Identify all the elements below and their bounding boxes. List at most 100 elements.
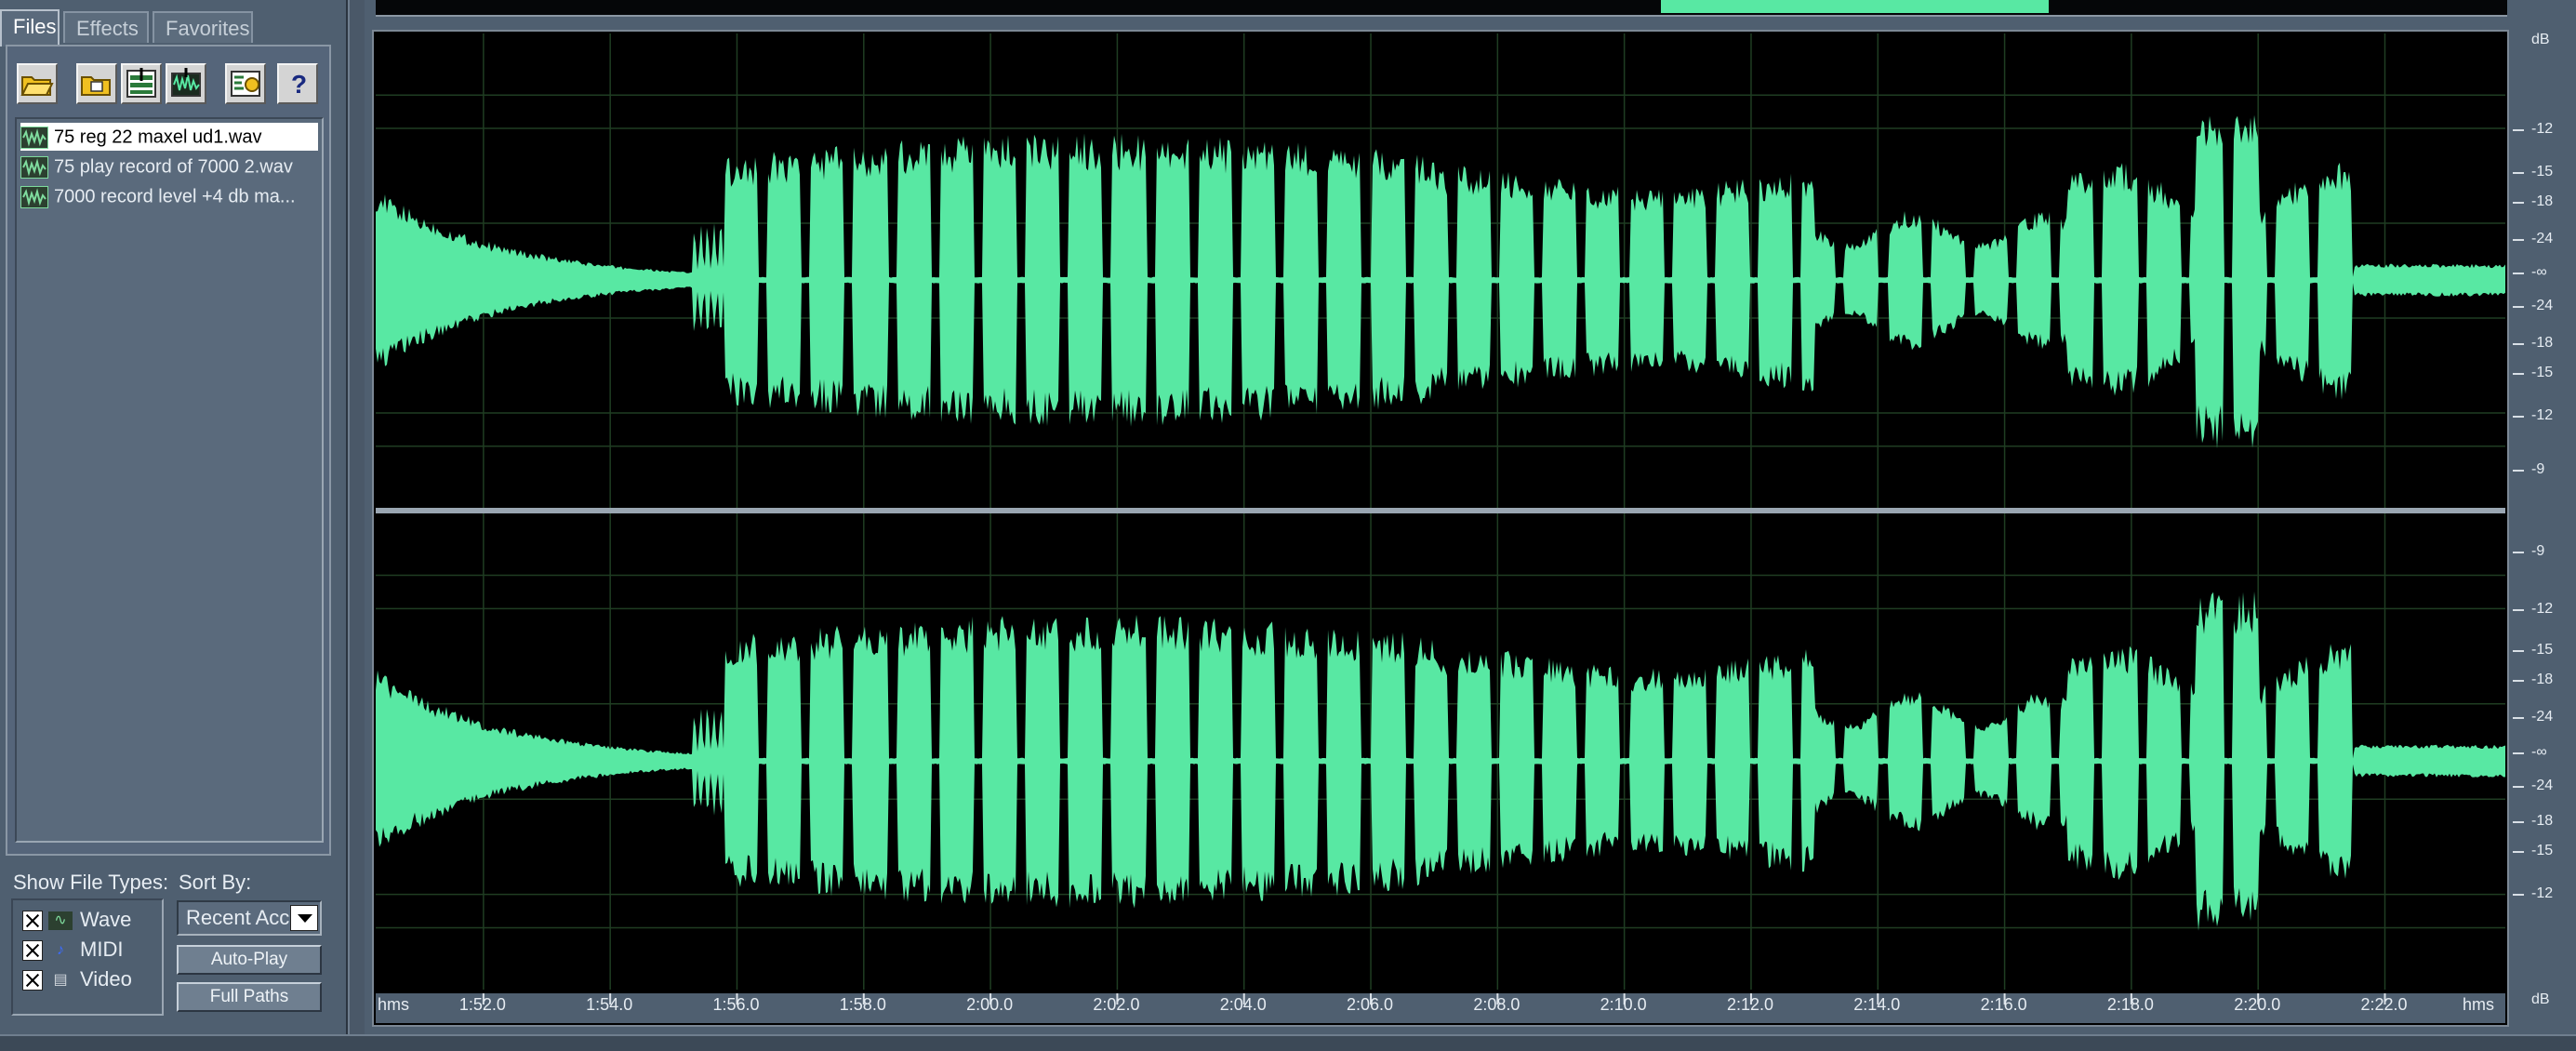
db-tick <box>2513 343 2524 345</box>
visible-range-indicator[interactable] <box>1661 0 2050 13</box>
db-tick <box>2513 821 2524 823</box>
time-tick-label: 2:04.0 <box>1219 995 1267 1014</box>
filter-midi-label: MIDI <box>80 938 124 961</box>
organizer-tabs: Files Effects Favorites <box>0 9 346 47</box>
db-label: -15 <box>2531 164 2554 180</box>
db-tick <box>2513 273 2524 274</box>
db-label: -24 <box>2531 778 2554 793</box>
db-tick <box>2513 306 2524 308</box>
time-tick-label: 2:22.0 <box>2360 995 2408 1014</box>
file-name: 75 play record of 7000 2.wav <box>54 156 293 178</box>
full-paths-button[interactable]: Full Paths <box>177 982 322 1012</box>
db-tick <box>2513 552 2524 553</box>
tab-effects[interactable]: Effects <box>63 11 149 43</box>
file-item[interactable]: 7000 record level +4 db ma... <box>20 182 318 210</box>
db-tick <box>2513 202 2524 204</box>
time-tick-label: 1:56.0 <box>712 995 760 1014</box>
time-tick-label: 1:52.0 <box>458 995 506 1014</box>
db-label: -∞ <box>2531 744 2547 760</box>
db-tick <box>2513 172 2524 174</box>
db-tick <box>2513 717 2524 719</box>
options-icon[interactable] <box>225 63 266 104</box>
db-label: -9 <box>2531 543 2545 559</box>
files-toolbar: ? <box>17 63 324 110</box>
time-tick-label: 2:06.0 <box>1347 995 1394 1014</box>
db-ruler: dB dB -12 -15 -18 -24 -∞ -24 -18 -15 -12 -9 -9 -12 -… <box>2511 30 2576 1027</box>
db-tick <box>2513 416 2524 418</box>
panel-splitter[interactable] <box>348 0 365 1034</box>
db-tick <box>2513 129 2524 131</box>
time-tick-label: 1:58.0 <box>839 995 886 1014</box>
svg-text:?: ? <box>291 70 307 99</box>
db-label: -18 <box>2531 813 2554 829</box>
waveform-display[interactable] <box>372 30 2509 1027</box>
insert-into-multitrack-icon[interactable] <box>121 63 162 104</box>
db-tick <box>2513 786 2524 788</box>
time-tick-label: 2:08.0 <box>1473 995 1520 1014</box>
db-label: -18 <box>2531 335 2554 351</box>
db-label: -24 <box>2531 231 2554 246</box>
midi-type-icon: ♪ <box>57 942 64 959</box>
time-unit-label: hms <box>378 995 410 1014</box>
filter-midi[interactable]: ♪ MIDI <box>22 936 123 964</box>
filter-wave[interactable]: ∿ Wave <box>22 906 131 934</box>
waveform-left-channel[interactable] <box>376 114 2505 449</box>
db-label: -15 <box>2531 642 2554 658</box>
db-tick <box>2513 680 2524 682</box>
db-label: -12 <box>2531 601 2554 617</box>
time-unit-label-right: hms <box>2463 995 2495 1014</box>
waveform-canvas[interactable] <box>376 33 2505 1023</box>
help-icon[interactable]: ? <box>277 63 318 104</box>
close-file-icon[interactable] <box>76 63 117 104</box>
video-type-icon: ▤ <box>53 972 68 989</box>
open-file-icon[interactable] <box>17 63 58 104</box>
tab-favorites[interactable]: Favorites <box>153 11 253 43</box>
time-tick-label: 2:10.0 <box>1600 995 1647 1014</box>
wave-file-icon <box>20 126 48 149</box>
edit-file-icon[interactable] <box>166 63 206 104</box>
db-tick <box>2513 470 2524 472</box>
time-tick-label: 2:00.0 <box>966 995 1014 1014</box>
db-label: -24 <box>2531 709 2554 725</box>
time-tick-label: 2:20.0 <box>2234 995 2281 1014</box>
db-tick <box>2513 650 2524 652</box>
chevron-down-icon[interactable] <box>290 905 318 931</box>
file-list: 75 reg 22 maxel ud1.wav 75 play record o… <box>15 117 324 843</box>
file-item[interactable]: 75 reg 22 maxel ud1.wav <box>20 123 318 151</box>
db-tick <box>2513 752 2524 754</box>
file-item[interactable]: 75 play record of 7000 2.wav <box>20 153 318 180</box>
db-tick <box>2513 894 2524 896</box>
filter-video[interactable]: ▤ Video <box>22 965 132 993</box>
filter-wave-label: Wave <box>80 908 132 931</box>
time-tick-label: 2:14.0 <box>1853 995 1901 1014</box>
db-label: -12 <box>2531 407 2554 423</box>
midi-checkbox[interactable] <box>22 940 43 962</box>
wave-checkbox[interactable] <box>22 911 43 932</box>
overview-bar[interactable] <box>376 0 2507 17</box>
db-label: -∞ <box>2531 264 2547 280</box>
wave-file-icon <box>20 185 48 208</box>
db-label: -9 <box>2531 461 2545 477</box>
tab-files[interactable]: Files <box>0 9 60 47</box>
db-tick <box>2513 239 2524 241</box>
organizer-panel: Files Effects Favorites ? 75 reg 22 maxe… <box>0 0 348 1034</box>
time-tick-label: 2:02.0 <box>1093 995 1140 1014</box>
channel-separator[interactable] <box>376 508 2505 513</box>
db-unit-label: dB <box>2531 32 2550 47</box>
time-tick-label: 2:12.0 <box>1726 995 1773 1014</box>
sort-by-select[interactable]: Recent Acc <box>177 900 322 936</box>
time-tick-label: 2:16.0 <box>1980 995 2027 1014</box>
db-label: -12 <box>2531 121 2554 137</box>
status-strip <box>0 1034 2576 1051</box>
sort-by-value: Recent Acc <box>186 906 290 929</box>
video-checkbox[interactable] <box>22 970 43 991</box>
db-unit-label-bottom: dB <box>2531 991 2550 1007</box>
db-tick <box>2513 609 2524 611</box>
files-panel: ? 75 reg 22 maxel ud1.wav 75 play record… <box>6 45 331 856</box>
show-file-types-label: Show File Types: <box>13 871 169 894</box>
time-ruler-strip[interactable] <box>376 993 2505 1023</box>
auto-play-button[interactable]: Auto-Play <box>177 945 322 975</box>
db-label: -12 <box>2531 885 2554 901</box>
db-label: -18 <box>2531 193 2554 209</box>
file-types-box: ∿ Wave ♪ MIDI ▤ Video <box>11 898 164 1016</box>
